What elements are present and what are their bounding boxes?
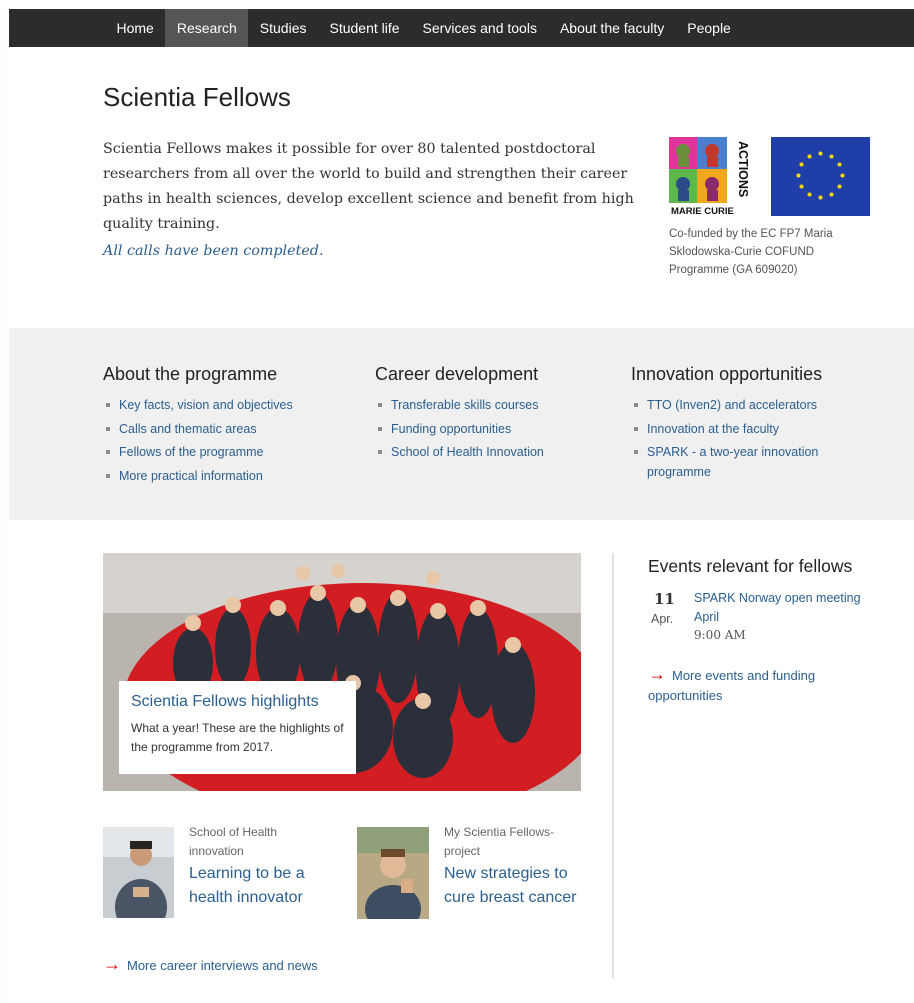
logo-vertical-text: ACTIONS [736,141,750,197]
section-about-programme: About the programme Key facts, vision an… [103,364,353,489]
section-links: Transferable skills courses Funding oppo… [375,395,605,462]
event-time: 9:00 AM [694,628,746,642]
section-heading: Career development [375,364,539,384]
main-nav: Home Research Studies Student life Servi… [9,9,914,47]
link-more-practical-information[interactable]: More practical information [103,466,353,486]
arrow-right-icon: → [103,954,121,974]
link-fellows-of-programme[interactable]: Fellows of the programme [103,442,353,462]
nav-item-people[interactable]: People [676,9,743,47]
nav-item-about-the-faculty[interactable]: About the faculty [548,9,675,47]
calls-status: All calls have been completed. [103,243,323,259]
story-thumbnail[interactable] [103,827,174,918]
highlights-description: What a year! These are the highlights of… [131,721,344,754]
link-spark-programme[interactable]: SPARK - a two-year innovation programme [631,442,851,482]
link-tto-accelerators[interactable]: TTO (Inven2) and accelerators [631,395,851,415]
eu-marie-curie-logo: ACTIONS MARIE CURIE [669,137,870,216]
events-heading: Events relevant for fellows [648,556,853,576]
link-school-of-health-innovation[interactable]: School of Health Innovation [375,442,605,462]
event-day: 11 [654,590,675,608]
story-thumbnail[interactable] [357,827,429,919]
calls-suffix: . [318,243,324,259]
eu-caption: Co-funded by the EC FP7 Maria Sklodowska… [669,228,833,276]
more-career-news-label: More career interviews and news [127,958,318,973]
more-events-link[interactable]: → More events and funding opportunities [648,664,878,706]
story-title-health-innovator[interactable]: Learning to be a health innovator [189,862,339,910]
nav-list: Home Research Studies Student life Servi… [9,9,914,47]
story-category: School of Health innovation [189,825,278,858]
link-funding-opportunities[interactable]: Funding opportunities [375,419,605,439]
section-heading: Innovation opportunities [631,364,823,384]
section-heading: About the programme [103,364,278,384]
nav-item-research[interactable]: Research [165,9,249,47]
story-category: My Scientia Fellows-project [444,825,555,858]
nav-item-studies[interactable]: Studies [248,9,318,47]
more-career-news-link[interactable]: → More career interviews and news [103,954,318,975]
highlights-title[interactable]: Scientia Fellows highlights [131,693,344,711]
arrow-right-icon: → [648,664,666,684]
left-edge [0,9,9,1003]
link-key-facts[interactable]: Key facts, vision and objectives [103,395,353,415]
page-title: Scientia Fellows [103,82,291,112]
event-link-spark-norway[interactable]: SPARK Norway open meeting April [694,589,874,627]
calls-link[interactable]: All calls have been completed [103,243,319,259]
link-calls-thematic-areas[interactable]: Calls and thematic areas [103,419,353,439]
nav-item-student-life[interactable]: Student life [318,9,411,47]
link-transferable-skills[interactable]: Transferable skills courses [375,395,605,415]
section-links: TTO (Inven2) and accelerators Innovation… [631,395,851,482]
story-title-breast-cancer[interactable]: New strategies to cure breast cancer [444,862,584,910]
section-links: Key facts, vision and objectives Calls a… [103,395,353,486]
highlights-card[interactable]: Scientia Fellows highlights What a year!… [119,681,356,774]
link-innovation-at-faculty[interactable]: Innovation at the faculty [631,419,851,439]
intro-text: Scientia Fellows makes it possible for o… [103,141,634,232]
section-innovation-opportunities: Innovation opportunities TTO (Inven2) an… [631,364,851,486]
nav-item-home[interactable]: Home [105,9,165,47]
logo-bottom-text: MARIE CURIE [671,206,734,216]
nav-item-services-and-tools[interactable]: Services and tools [411,9,548,47]
top-strip [0,0,914,9]
section-career-development: Career development Transferable skills c… [375,364,605,466]
column-divider [612,553,614,978]
event-month: Apr. [651,612,674,626]
more-events-label: More events and funding opportunities [648,668,816,703]
